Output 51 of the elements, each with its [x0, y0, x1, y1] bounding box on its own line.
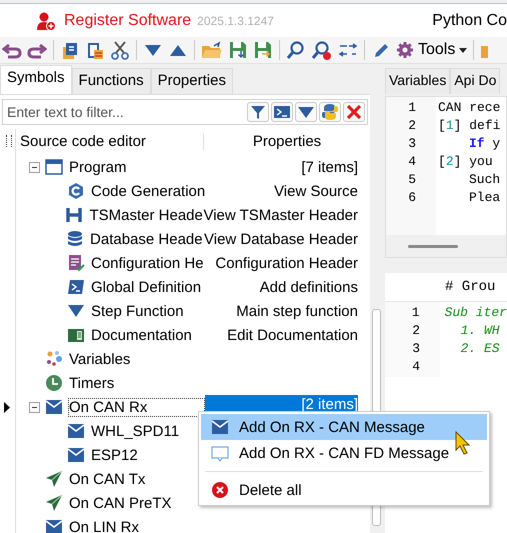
column-header[interactable]: Source code editor — [12, 132, 204, 150]
property-value: Configuration Header — [215, 254, 358, 272]
tools-button[interactable]: Tools — [394, 38, 470, 62]
code-line: Sub iter — [444, 305, 507, 322]
code-line: [2] you — [438, 154, 493, 171]
code-line: [1] defi — [438, 118, 500, 135]
line-number: 2 — [407, 118, 416, 135]
code-line: CAN rece — [438, 100, 500, 117]
property-value: View Source — [274, 182, 358, 200]
line-number: 2 — [411, 323, 420, 340]
tab[interactable]: Variables — [385, 68, 450, 94]
version-label: 2025.1.3.1247 — [197, 14, 274, 28]
property-value: View TSMaster Header — [203, 206, 358, 224]
tab[interactable]: Api Do — [450, 68, 500, 94]
tree-item[interactable]: Timers — [68, 374, 205, 392]
tree-item[interactable]: On LIN Rx — [68, 518, 205, 533]
property-value: Add definitions — [260, 278, 358, 296]
tab[interactable]: Properties — [150, 68, 233, 94]
property-value: Main step function — [236, 302, 358, 320]
line-number: 6 — [407, 190, 416, 207]
column-header[interactable]: Properties — [204, 132, 370, 150]
window-title: Python Co — [432, 12, 507, 30]
code-line: Plea — [468, 190, 500, 207]
code-line: 1. WH — [460, 323, 500, 340]
line-number: 5 — [407, 172, 416, 189]
tree-item[interactable]: Program — [68, 158, 205, 176]
tree-item[interactable]: Documentation — [90, 326, 205, 344]
line-number: 3 — [407, 136, 416, 153]
line-number: 1 — [407, 100, 416, 117]
code-line: If y — [468, 136, 500, 153]
menu-item[interactable]: Add On RX - CAN Message — [201, 414, 487, 440]
tree-item[interactable]: Code Generation — [90, 182, 205, 200]
code-line: Such — [468, 172, 500, 189]
tree-item[interactable]: Global Definition — [90, 278, 205, 296]
tab[interactable]: Functions — [72, 68, 151, 94]
tree-item[interactable]: Configuration He — [90, 254, 205, 272]
line-number: 1 — [410, 305, 420, 322]
tree-item[interactable]: TSMaster Heade — [88, 206, 204, 224]
property-value: View Database Header — [204, 230, 358, 248]
tree-item[interactable]: Database Heade — [89, 230, 204, 248]
line-number: 4 — [407, 154, 416, 171]
property-value: [7 items] — [301, 158, 358, 176]
line-number: 4 — [411, 359, 420, 376]
tab[interactable]: Symbols — [0, 65, 72, 94]
line-number: 3 — [411, 341, 420, 358]
code-editor[interactable]: 1 CAN rece 2 [1] defi 3 If y 4 [2] you 5 Such 6 Plea — [385, 96, 507, 258]
code-line: 2. ES — [460, 341, 500, 358]
tree-item[interactable]: Variables — [68, 350, 205, 368]
tree-item[interactable]: Step Function — [90, 302, 205, 320]
register-link[interactable]: Register Software — [64, 12, 192, 30]
property-value: Edit Documentation — [227, 326, 358, 344]
